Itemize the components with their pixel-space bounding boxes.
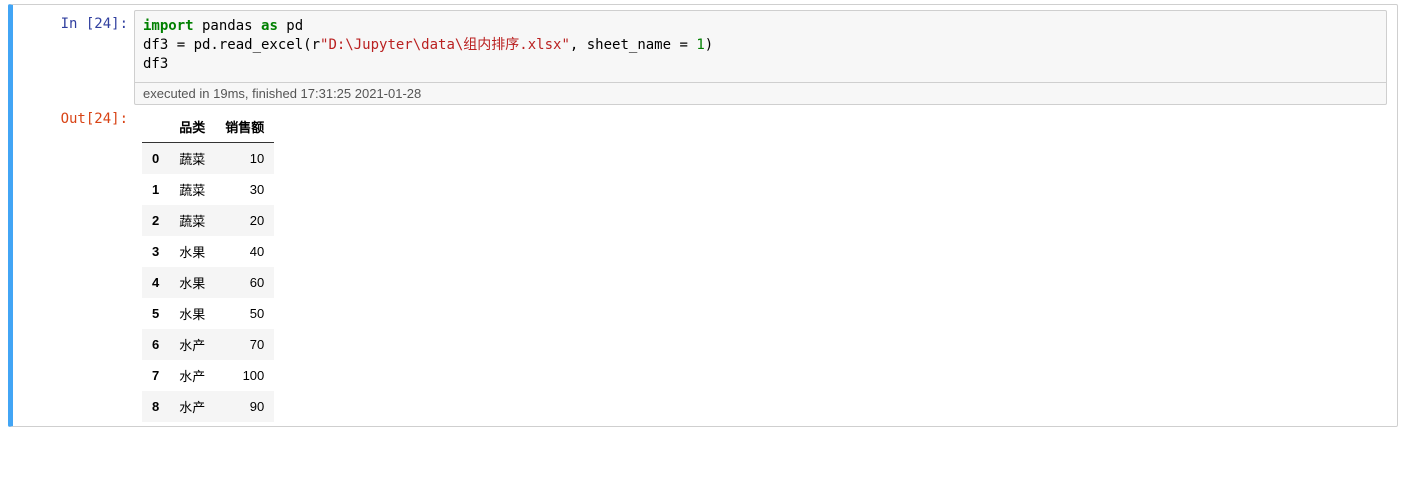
number-literal: 1 [696,37,704,53]
code-line2-pre: df3 = pd.read_excel(r [143,37,320,53]
table-row: 4 水果 60 [142,267,274,298]
cell-sales: 40 [215,236,274,267]
cell-category: 水产 [169,391,215,422]
code-block[interactable]: import pandas as pd df3 = pd.read_excel(… [134,10,1387,105]
row-index: 5 [142,298,169,329]
cell-sales: 50 [215,298,274,329]
cell-category: 水果 [169,267,215,298]
notebook-cell[interactable]: In [24]: import pandas as pd df3 = pd.re… [8,4,1398,427]
cell-category: 水产 [169,360,215,391]
cell-category: 蔬菜 [169,205,215,236]
cell-category: 水果 [169,298,215,329]
table-row: 0 蔬菜 10 [142,142,274,174]
cell-category: 水产 [169,329,215,360]
input-prompt: In [24]: [18,10,134,105]
output-area: Out[24]: 品类 销售额 0 蔬菜 10 [13,105,1397,422]
keyword-import: import [143,18,194,34]
index-header [142,111,169,143]
row-index: 4 [142,267,169,298]
col-header-category: 品类 [169,111,215,143]
cell-category: 水果 [169,236,215,267]
execution-time: executed in 19ms, finished 17:31:25 2021… [135,82,1386,104]
table-row: 5 水果 50 [142,298,274,329]
cell-sales: 90 [215,391,274,422]
cell-sales: 10 [215,142,274,174]
cell-sales: 20 [215,205,274,236]
col-header-sales: 销售额 [215,111,274,143]
cell-category: 蔬菜 [169,174,215,205]
cell-sales: 30 [215,174,274,205]
row-index: 7 [142,360,169,391]
string-literal: "D:\Jupyter\data\组内排序.xlsx" [320,37,570,53]
output-body: 品类 销售额 0 蔬菜 10 1 蔬菜 30 [134,105,1392,422]
row-index: 3 [142,236,169,267]
code-line3: df3 [143,56,168,72]
row-index: 0 [142,142,169,174]
table-row: 8 水产 90 [142,391,274,422]
cell-category: 蔬菜 [169,142,215,174]
table-header: 品类 销售额 [142,111,274,143]
input-area: In [24]: import pandas as pd df3 = pd.re… [13,5,1397,105]
cell-sales: 60 [215,267,274,298]
row-index: 6 [142,329,169,360]
table-body: 0 蔬菜 10 1 蔬菜 30 2 蔬菜 20 3 [142,142,274,422]
alias-pd: pd [278,18,303,34]
row-index: 2 [142,205,169,236]
module-pandas: pandas [194,18,261,34]
keyword-as: as [261,18,278,34]
row-index: 1 [142,174,169,205]
table-row: 2 蔬菜 20 [142,205,274,236]
code-line2-end: ) [705,37,713,53]
cell-sales: 70 [215,329,274,360]
table-row: 6 水产 70 [142,329,274,360]
row-index: 8 [142,391,169,422]
output-prompt: Out[24]: [18,105,134,422]
cell-sales: 100 [215,360,274,391]
code-content[interactable]: import pandas as pd df3 = pd.read_excel(… [135,11,1386,80]
dataframe-table: 品类 销售额 0 蔬菜 10 1 蔬菜 30 [142,111,274,422]
code-line2-mid: , sheet_name = [570,37,696,53]
table-row: 3 水果 40 [142,236,274,267]
table-row: 7 水产 100 [142,360,274,391]
table-row: 1 蔬菜 30 [142,174,274,205]
